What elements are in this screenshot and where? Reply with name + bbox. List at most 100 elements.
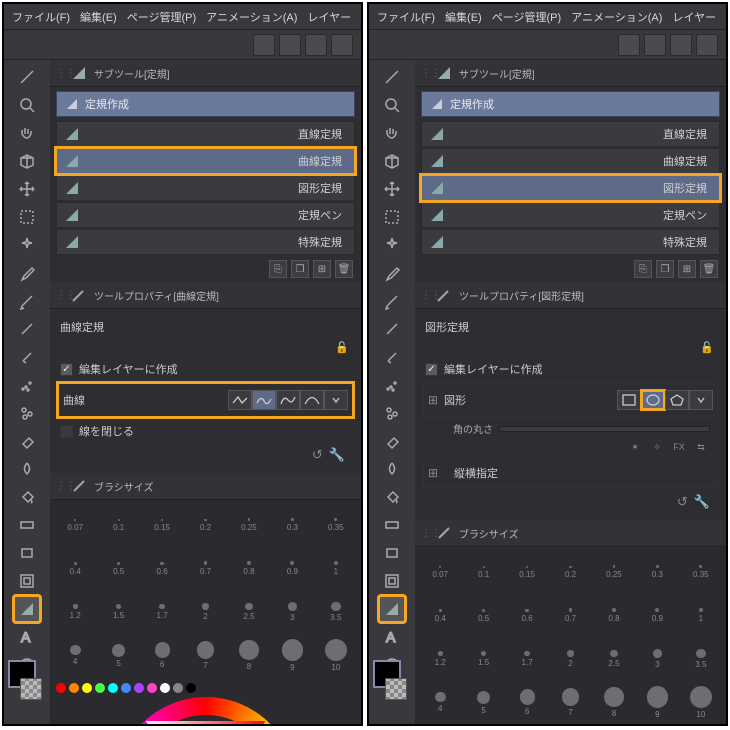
eraser-tool-icon[interactable] [14,428,40,454]
brush-size-cell[interactable]: 0.6 [506,594,548,636]
brush-size-cell[interactable]: 9 [636,681,678,723]
brush-size-cell[interactable]: 3 [271,591,313,633]
save-icon[interactable] [331,34,353,56]
brush-size-cell[interactable]: 0.25 [228,504,270,546]
brush-size-cell[interactable]: 8 [228,634,270,676]
frame-tool-icon[interactable] [14,568,40,594]
corner-radius-row[interactable]: 角の丸さ [423,419,718,438]
brush-size-cell[interactable]: 3.5 [315,591,357,633]
brush-size-cell[interactable]: 0.8 [228,547,270,589]
marker-tool-icon[interactable] [379,344,405,370]
frame-tool-icon[interactable] [379,568,405,594]
brush-size-cell[interactable]: 0.8 [593,594,635,636]
brush-size-cell[interactable]: 1.2 [54,591,96,633]
color-history-dot[interactable] [186,683,196,693]
eyedropper-tool-icon[interactable] [379,260,405,286]
window-icon[interactable] [279,34,301,56]
brush-size-cell[interactable]: 6 [506,681,548,723]
text-tool-icon[interactable]: A [379,624,405,650]
background-swatch[interactable] [385,678,407,700]
subtool-item[interactable]: 特殊定規 [421,229,720,255]
cube-tool-icon[interactable] [14,148,40,174]
aspect-lock-row[interactable]: ⊞ 縦横指定 [423,458,718,488]
expand-icon[interactable]: ⊞ [428,466,438,480]
subtool-item[interactable]: 曲線定規 [56,148,355,174]
blend-tool-icon[interactable] [14,456,40,482]
subtool-item[interactable]: 特殊定規 [56,229,355,255]
fg-bg-swatches[interactable] [8,660,48,700]
brush-size-cell[interactable]: 10 [315,634,357,676]
brush-size-cell[interactable]: 0.4 [54,547,96,589]
brush-size-cell[interactable]: 0.15 [506,551,548,593]
menu-anim[interactable]: アニメーション(A) [202,7,301,27]
subtool-settings-icon[interactable]: ⎘ [634,260,652,278]
subtool-item[interactable]: 直線定規 [56,121,355,147]
ruler-tool-icon[interactable] [379,596,405,622]
folder-icon[interactable] [670,34,692,56]
background-swatch[interactable] [20,678,42,700]
brush-size-cell[interactable]: 1.7 [141,591,183,633]
brush-size-cell[interactable]: 0.9 [636,594,678,636]
marker-tool-icon[interactable] [14,344,40,370]
menu-page[interactable]: ページ管理(P) [123,7,200,27]
subtool-settings-icon[interactable]: ⎘ [269,260,287,278]
lock-icon[interactable]: 🔓 [700,341,714,355]
menu-edit[interactable]: 編集(E) [76,7,121,27]
spiral-icon[interactable] [618,34,640,56]
brush-size-cell[interactable]: 1 [680,594,722,636]
subtool-delete-icon[interactable]: 🗑 [700,260,718,278]
curve-polyline-icon[interactable] [228,390,252,410]
folder-icon[interactable] [305,34,327,56]
color-history-dot[interactable] [147,683,157,693]
checkbox-checked-icon[interactable]: ✓ [425,363,438,376]
airbrush-tool-icon[interactable] [379,372,405,398]
close-line-row[interactable]: 線を閉じる [58,419,353,443]
pen-tool-icon[interactable] [379,288,405,314]
color-history-dot[interactable] [134,683,144,693]
pencil-tool-icon[interactable] [14,316,40,342]
subtool-duplicate-icon[interactable]: ❐ [656,260,674,278]
brush-size-cell[interactable]: 2.5 [593,638,635,680]
brush-size-cell[interactable]: 1.2 [419,638,461,680]
brush-size-cell[interactable]: 7 [184,634,226,676]
reset-icon[interactable]: ↺ [312,447,323,463]
pencil-tool-icon[interactable] [379,316,405,342]
brush-size-cell[interactable]: 0.5 [462,594,504,636]
brush-tool-icon[interactable] [379,64,405,90]
grip-icon[interactable]: ⋮⋮ [421,290,429,301]
color-history-dot[interactable] [69,683,79,693]
brush-size-cell[interactable]: 0.35 [680,551,722,593]
grip-icon[interactable]: ⋮⋮ [56,481,64,492]
hand-tool-icon[interactable] [379,120,405,146]
brush-size-cell[interactable]: 10 [680,681,722,723]
create-on-edit-layer-row[interactable]: ✓ 編集レイヤーに作成 [58,357,353,381]
brush-size-cell[interactable]: 0.2 [184,504,226,546]
curve-bezier-icon[interactable] [276,390,300,410]
shape-ellipse-icon[interactable] [641,390,665,410]
brush-size-cell[interactable]: 3.5 [680,638,722,680]
lasso-tool-icon[interactable] [14,204,40,230]
wand-tool-icon[interactable] [379,232,405,258]
brush-size-cell[interactable]: 2 [184,591,226,633]
wrench-icon[interactable]: 🔧 [694,494,710,510]
subtool-item[interactable]: 定規ペン [421,202,720,228]
gradient-tool-icon[interactable] [379,512,405,538]
lasso-tool-icon[interactable] [379,204,405,230]
subtool-group-tab[interactable]: 定規作成 [421,91,720,117]
text-tool-icon[interactable]: A [14,624,40,650]
brush-size-cell[interactable]: 3 [636,638,678,680]
brush-size-cell[interactable]: 0.5 [97,547,139,589]
grip-icon[interactable]: ⋮⋮ [421,68,429,79]
lock-icon[interactable]: 🔓 [335,341,349,355]
fill-tool-icon[interactable] [14,484,40,510]
subtool-add-icon[interactable]: ⊞ [313,260,331,278]
brush-size-cell[interactable]: 0.07 [419,551,461,593]
pen-tool-icon[interactable] [14,288,40,314]
ruler-tool-icon[interactable] [14,596,40,622]
subtool-item[interactable]: 図形定規 [56,175,355,201]
subtool-item[interactable]: 図形定規 [421,175,720,201]
subtool-item[interactable]: 曲線定規 [421,148,720,174]
brush-size-cell[interactable]: 0.6 [141,547,183,589]
brush-size-cell[interactable]: 0.7 [549,594,591,636]
subtool-item[interactable]: 定規ペン [56,202,355,228]
